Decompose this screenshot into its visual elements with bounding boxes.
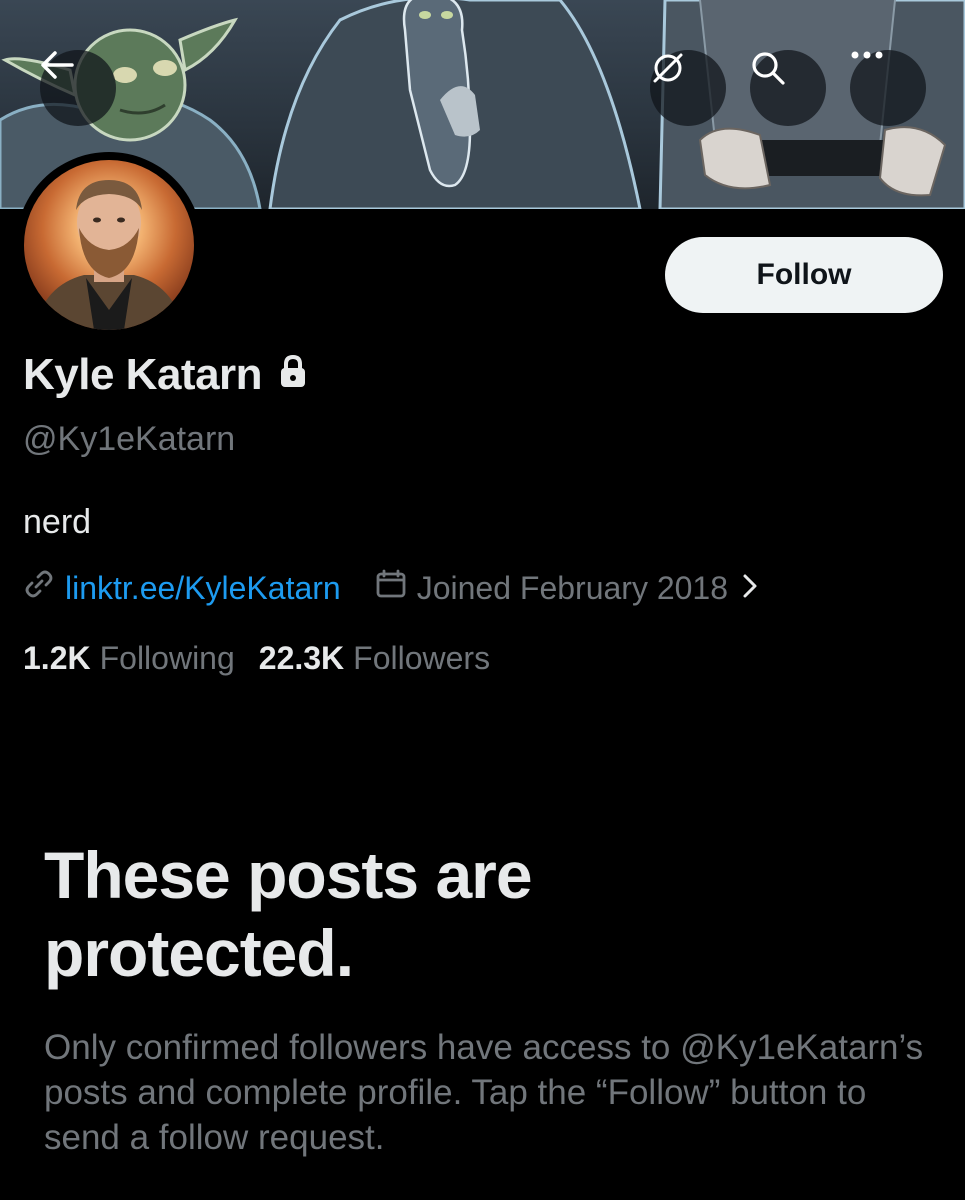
following-label: Following [99,640,235,676]
following-count: 1.2K [23,640,91,676]
profile-meta: linktr.ee/KyleKatarn Joined February 201… [23,568,768,608]
profile-handle: @Ky1eKatarn [23,420,236,458]
followers-label: Followers [353,640,491,676]
chevron-right-icon [742,570,768,607]
lock-icon [278,350,308,400]
protected-title: These posts are protected. [44,838,533,990]
protected-description: Only confirmed followers have access to … [44,1028,924,1157]
mute-button[interactable] [650,50,726,126]
profile-stats: 1.2K Following 22.3K Followers [23,640,490,677]
back-button[interactable] [40,50,116,126]
profile-link-text: linktr.ee/KyleKatarn [65,569,341,606]
joined-date[interactable]: Joined February 2018 [375,568,768,608]
avatar[interactable] [16,152,202,338]
profile-link[interactable]: linktr.ee/KyleKatarn [23,568,341,608]
followers-count: 22.3K [258,640,345,676]
more-button[interactable] [850,50,926,126]
display-name: Kyle Katarn [23,350,308,400]
profile-bio: nerd [23,503,92,541]
following-stat[interactable]: 1.2K Following [23,640,235,677]
search-button[interactable] [750,50,826,126]
link-icon [23,568,65,608]
avatar-image [24,160,194,330]
joined-date-text: Joined February 2018 [416,569,729,606]
display-name-text: Kyle Katarn [23,350,263,399]
calendar-icon [375,568,417,608]
followers-stat[interactable]: 22.3K Followers [259,640,490,677]
follow-button[interactable]: Follow [665,237,943,313]
